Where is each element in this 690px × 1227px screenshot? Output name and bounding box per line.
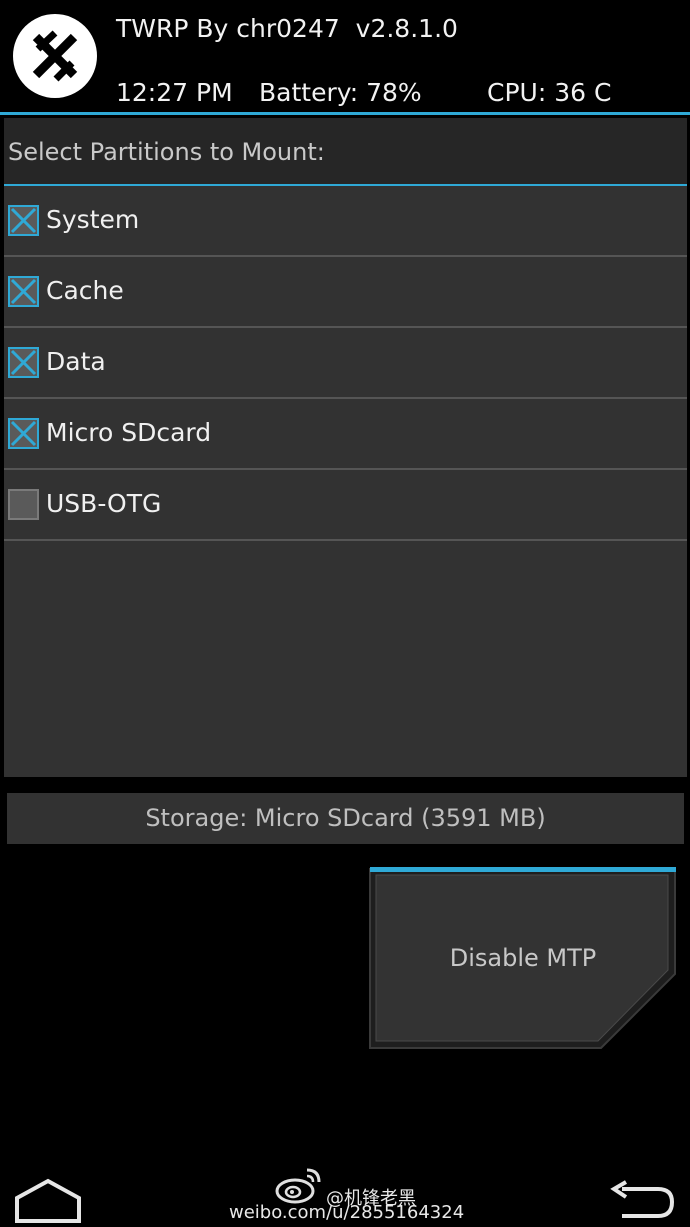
storage-label: Storage: Micro SDcard (3591 MB): [145, 804, 546, 832]
partition-row-data[interactable]: Data: [4, 328, 687, 399]
checkbox-checked-icon[interactable]: [8, 205, 39, 236]
app-title: TWRP By chr0247 v2.8.1.0: [116, 14, 458, 43]
header-bar: TWRP By chr0247 v2.8.1.0 12:27 PM Batter…: [0, 0, 690, 115]
twrp-logo-icon: [13, 14, 97, 98]
disable-mtp-button[interactable]: Disable MTP: [369, 866, 677, 1050]
header-divider: [0, 112, 690, 115]
weibo-logo-icon: [275, 1168, 321, 1204]
partition-label: Micro SDcard: [46, 418, 212, 447]
panel-heading: Select Partitions to Mount:: [4, 118, 687, 184]
partition-label: Cache: [46, 276, 124, 305]
checkbox-checked-icon[interactable]: [8, 276, 39, 307]
cpu-temp-text: CPU: 36 C: [487, 78, 612, 107]
battery-text: Battery: 78%: [259, 78, 422, 107]
partition-row-usb-otg[interactable]: USB-OTG: [4, 470, 687, 541]
partition-label: System: [46, 205, 140, 234]
checkbox-checked-icon[interactable]: [8, 418, 39, 449]
partition-row-micro-sdcard[interactable]: Micro SDcard: [4, 399, 687, 470]
back-arrow-icon[interactable]: [608, 1180, 676, 1222]
watermark-url: weibo.com/u/2855164324: [229, 1202, 465, 1223]
clock-text: 12:27 PM: [116, 78, 233, 107]
twrp-mount-screen: TWRP By chr0247 v2.8.1.0 12:27 PM Batter…: [0, 0, 690, 1227]
checkbox-unchecked-icon[interactable]: [8, 489, 39, 520]
partition-label: Data: [46, 347, 106, 376]
disable-mtp-label: Disable MTP: [449, 944, 597, 972]
partition-row-cache[interactable]: Cache: [4, 257, 687, 328]
partition-row-system[interactable]: System: [4, 186, 687, 257]
checkbox-checked-icon[interactable]: [8, 347, 39, 378]
panel-heading-text: Select Partitions to Mount:: [8, 138, 325, 166]
storage-selector[interactable]: Storage: Micro SDcard (3591 MB): [7, 793, 684, 844]
home-icon[interactable]: [14, 1178, 82, 1224]
partition-label: USB-OTG: [46, 489, 162, 518]
partition-list-panel: Select Partitions to Mount: System Cache…: [4, 118, 687, 777]
